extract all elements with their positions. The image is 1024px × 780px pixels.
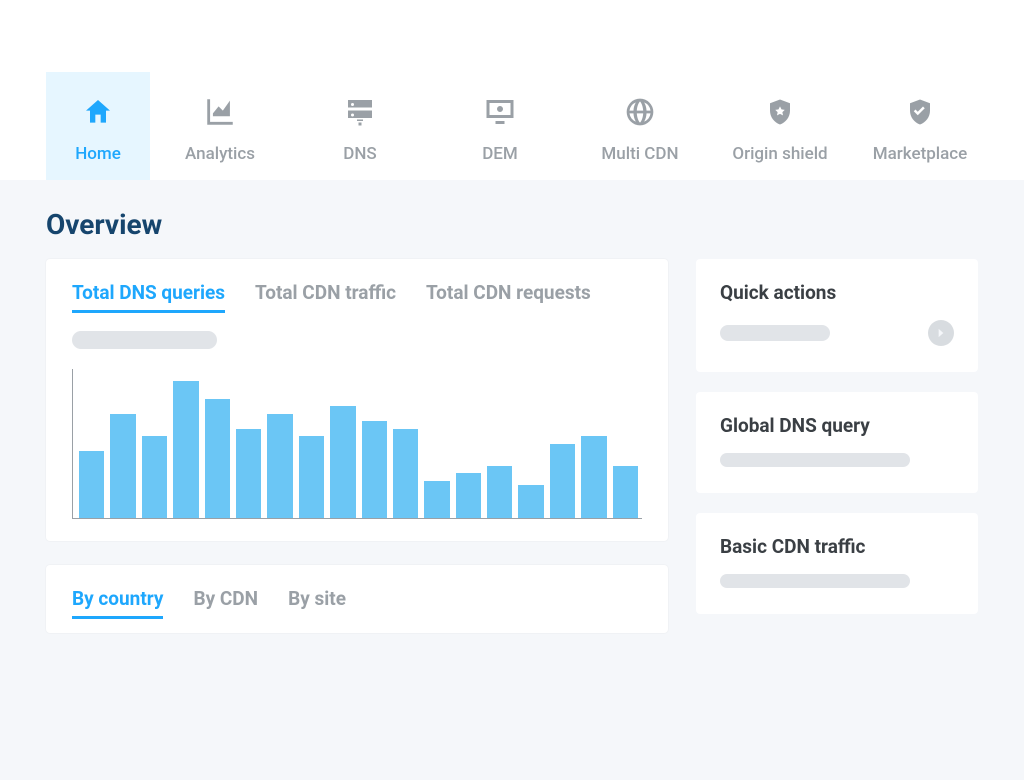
chart-subtitle-skeleton xyxy=(72,331,217,349)
nav-label: DNS xyxy=(343,144,376,164)
chart-bar xyxy=(487,466,512,518)
chart-bar xyxy=(173,381,198,518)
globe-icon xyxy=(624,88,656,136)
nav-label: Multi CDN xyxy=(601,144,678,164)
basic-cdn-card: Basic CDN traffic xyxy=(696,513,978,614)
shield-star-icon xyxy=(765,88,795,136)
quick-actions-card: Quick actions xyxy=(696,259,978,372)
tab-total-dns-queries[interactable]: Total DNS queries xyxy=(72,281,225,313)
shield-check-icon xyxy=(905,88,935,136)
global-dns-title: Global DNS query xyxy=(720,414,954,437)
global-dns-card: Global DNS query xyxy=(696,392,978,493)
basic-cdn-title: Basic CDN traffic xyxy=(720,535,954,558)
tab-by-country[interactable]: By country xyxy=(72,587,163,619)
arrow-right-icon[interactable] xyxy=(928,320,954,346)
chart-bar xyxy=(142,436,167,518)
chart-bar xyxy=(236,429,261,518)
chart-bar xyxy=(362,421,387,518)
nav-label: DEM xyxy=(482,144,518,164)
chart-bar xyxy=(267,414,292,518)
nav-label: Marketplace xyxy=(873,144,968,164)
chart-bar xyxy=(110,414,135,518)
chart-bar xyxy=(518,485,543,518)
chart-bar xyxy=(299,436,324,518)
geo-card: By country By CDN By site xyxy=(46,565,668,633)
quick-action-skeleton xyxy=(720,325,830,341)
nav-label: Home xyxy=(75,144,121,164)
quick-actions-title: Quick actions xyxy=(720,281,954,304)
nav-label: Origin shield xyxy=(732,144,827,164)
analytics-icon xyxy=(203,88,237,136)
geo-tabs: By country By CDN By site xyxy=(72,587,642,619)
chart-bar xyxy=(424,481,449,518)
chart-bar xyxy=(79,451,104,518)
tab-by-cdn[interactable]: By CDN xyxy=(193,587,258,619)
home-icon xyxy=(82,88,114,136)
chart-bar xyxy=(456,473,481,518)
chart-bar xyxy=(330,406,355,518)
top-nav: Home Analytics DNS DEM Multi CDN Origin … xyxy=(0,72,1024,180)
overview-tabs: Total DNS queries Total CDN traffic Tota… xyxy=(72,281,642,313)
chart-bar xyxy=(581,436,606,518)
content-area: Overview Total DNS queries Total CDN tra… xyxy=(0,180,1024,780)
nav-item-dem[interactable]: DEM xyxy=(430,72,570,180)
chart-bar xyxy=(393,429,418,518)
nav-item-analytics[interactable]: Analytics xyxy=(150,72,290,180)
nav-item-multicdn[interactable]: Multi CDN xyxy=(570,72,710,180)
chart-bar xyxy=(205,399,230,518)
nav-item-home[interactable]: Home xyxy=(46,72,150,180)
overview-card: Total DNS queries Total CDN traffic Tota… xyxy=(46,259,668,541)
dem-icon xyxy=(482,88,518,136)
chart-bar xyxy=(613,466,638,518)
basic-cdn-skeleton xyxy=(720,574,910,588)
nav-item-origin-shield[interactable]: Origin shield xyxy=(710,72,850,180)
tab-by-site[interactable]: By site xyxy=(288,587,346,619)
chart-bar xyxy=(550,444,575,519)
tab-total-cdn-requests[interactable]: Total CDN requests xyxy=(426,281,591,313)
nav-item-marketplace[interactable]: Marketplace xyxy=(850,72,990,180)
tab-total-cdn-traffic[interactable]: Total CDN traffic xyxy=(255,281,396,313)
dns-queries-chart xyxy=(72,369,642,519)
page-title: Overview xyxy=(46,208,978,241)
nav-label: Analytics xyxy=(185,144,255,164)
dns-icon xyxy=(342,88,378,136)
global-dns-skeleton xyxy=(720,453,910,467)
nav-item-dns[interactable]: DNS xyxy=(290,72,430,180)
